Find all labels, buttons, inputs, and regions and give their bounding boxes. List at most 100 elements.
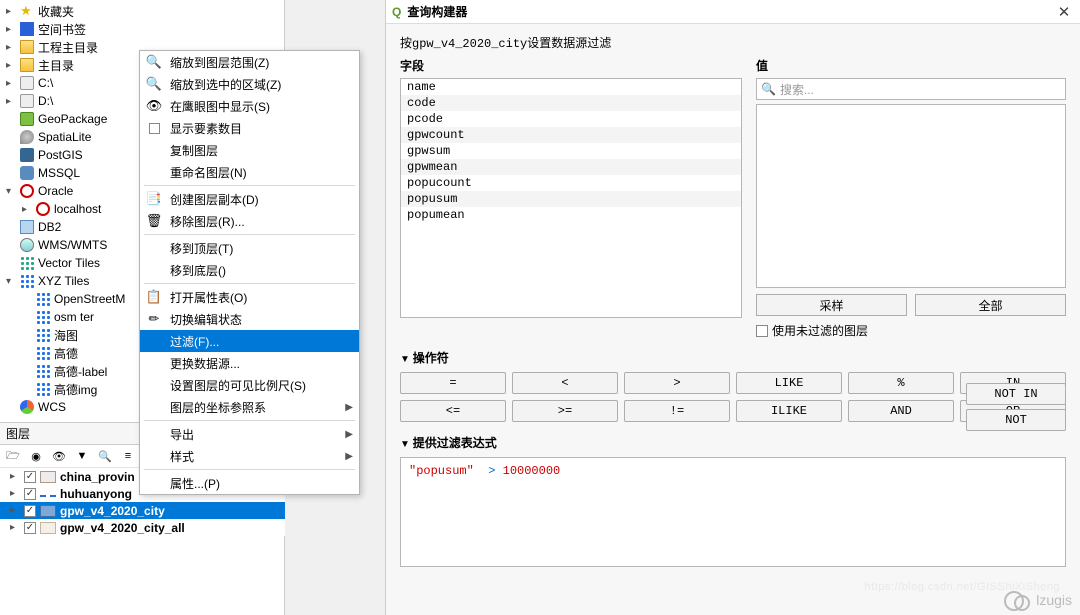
- query-builder-title: 查询构建器: [407, 3, 1054, 20]
- context-menu-item-21[interactable]: 样式▶: [140, 445, 359, 467]
- menu-item-icon: [146, 448, 162, 464]
- browser-item-0[interactable]: ▸★收藏夹: [4, 2, 280, 20]
- layers-toolbar-button-2[interactable]: 👁: [50, 447, 68, 465]
- context-menu-item-2[interactable]: 👁在鹰眼图中显示(S): [140, 95, 359, 117]
- menu-separator: [144, 420, 355, 421]
- operator-ilike-button[interactable]: ILIKE: [736, 400, 842, 422]
- layer-row-2[interactable]: ▸✓gpw_v4_2020_city: [0, 502, 285, 519]
- dots-blue-icon: [36, 292, 50, 306]
- menu-separator: [144, 185, 355, 186]
- expression-header: 提供过滤表达式: [400, 434, 1066, 451]
- menu-item-icon: [146, 333, 162, 349]
- context-menu-item-10[interactable]: 移到顶层(T): [140, 237, 359, 259]
- menu-item-icon: 🗑: [146, 213, 162, 229]
- sample-button[interactable]: 采样: [756, 294, 907, 316]
- layers-toolbar-button-3[interactable]: ▼: [73, 447, 91, 465]
- field-item-code[interactable]: code: [401, 95, 741, 111]
- menu-separator: [144, 469, 355, 470]
- layer-row-3[interactable]: ▸✓gpw_v4_2020_city_all: [0, 519, 285, 536]
- query-builder-panel: Q 查询构建器 ✕ 按gpw_v4_2020_city设置数据源过滤 字段 na…: [385, 0, 1080, 615]
- field-item-popucount[interactable]: popucount: [401, 175, 741, 191]
- layer-label: gpw_v4_2020_city_all: [60, 521, 185, 535]
- caret-icon: ▸: [6, 96, 16, 107]
- layer-symbol-icon: [40, 505, 56, 517]
- close-icon[interactable]: ✕: [1054, 3, 1074, 21]
- layers-toolbar-button-0[interactable]: 🗁: [4, 447, 22, 465]
- context-menu-item-7[interactable]: 📑 创建图层副本(D): [140, 188, 359, 210]
- menu-item-icon: [146, 164, 162, 180]
- context-menu-item-11[interactable]: 移到底层(): [140, 259, 359, 281]
- operator-and-button[interactable]: AND: [848, 400, 954, 422]
- wcs-icon-icon: [20, 400, 34, 414]
- layers-toolbar-button-1[interactable]: ◉: [27, 447, 45, 465]
- operator-<=-button[interactable]: <=: [400, 400, 506, 422]
- context-menu-item-18[interactable]: 图层的坐标参照系▶: [140, 396, 359, 418]
- dots-blue-icon: [36, 346, 50, 360]
- context-menu-item-23[interactable]: 属性...(P): [140, 472, 359, 494]
- gp-icon: [20, 112, 34, 126]
- menu-item-icon: 📑: [146, 191, 162, 207]
- layer-visibility-checkbox[interactable]: ✓: [24, 488, 36, 500]
- operator-not-button[interactable]: NOT: [966, 409, 1066, 431]
- caret-icon: ▸: [10, 471, 20, 482]
- context-menu-item-15[interactable]: 过滤(F)...: [140, 330, 359, 352]
- values-search-input[interactable]: 🔍 搜索...: [756, 78, 1066, 100]
- values-list[interactable]: [756, 104, 1066, 288]
- field-item-popumean[interactable]: popumean: [401, 207, 741, 223]
- submenu-arrow-icon: ▶: [345, 402, 353, 413]
- menu-item-label: 缩放到图层范围(Z): [170, 54, 269, 71]
- field-item-name[interactable]: name: [401, 79, 741, 95]
- menu-item-label: 重命名图层(N): [170, 164, 247, 181]
- context-menu-item-16[interactable]: 更换数据源...: [140, 352, 359, 374]
- use-unfiltered-checkbox[interactable]: [756, 325, 768, 337]
- folder-yellow-icon: [20, 40, 34, 54]
- field-item-gpwmean[interactable]: gpwmean: [401, 159, 741, 175]
- operator-=-button[interactable]: =: [400, 372, 506, 394]
- operator->=-button[interactable]: >=: [512, 400, 618, 422]
- operator->-button[interactable]: >: [624, 372, 730, 394]
- menu-item-label: 创建图层副本(D): [170, 191, 259, 208]
- browser-item-1[interactable]: ▸空间书签: [4, 20, 280, 38]
- expression-editor[interactable]: "popusum" > 10000000: [400, 457, 1066, 567]
- field-item-popusum[interactable]: popusum: [401, 191, 741, 207]
- fields-list[interactable]: namecodepcodegpwcountgpwsumgpwmeanpopuco…: [400, 78, 742, 318]
- context-menu-item-0[interactable]: 🔍缩放到图层范围(Z): [140, 51, 359, 73]
- operator-not-in-button[interactable]: NOT IN: [966, 383, 1066, 405]
- context-menu-item-17[interactable]: 设置图层的可见比例尺(S): [140, 374, 359, 396]
- wechat-icon: [1004, 589, 1030, 611]
- feather-icon: [20, 130, 34, 144]
- context-menu-item-4[interactable]: 复制图层: [140, 139, 359, 161]
- context-menu-item-14[interactable]: ✏切换编辑状态: [140, 308, 359, 330]
- operator-!=-button[interactable]: !=: [624, 400, 730, 422]
- brand-watermark: lzugis: [1004, 589, 1072, 611]
- search-icon: 🔍: [761, 82, 776, 96]
- caret-icon: ▸: [10, 505, 20, 516]
- star-icon: ★: [20, 4, 34, 18]
- layer-visibility-checkbox[interactable]: ✓: [24, 505, 36, 517]
- operator-like-button[interactable]: LIKE: [736, 372, 842, 394]
- menu-item-icon: [146, 142, 162, 158]
- menu-item-label: 在鹰眼图中显示(S): [170, 98, 270, 115]
- layer-visibility-checkbox[interactable]: ✓: [24, 522, 36, 534]
- context-menu-item-8[interactable]: 🗑移除图层(R)...: [140, 210, 359, 232]
- operator-<-button[interactable]: <: [512, 372, 618, 394]
- values-header: 值: [756, 57, 1066, 74]
- context-menu-item-13[interactable]: 📋打开属性表(O): [140, 286, 359, 308]
- context-menu-item-20[interactable]: 导出▶: [140, 423, 359, 445]
- layers-toolbar-button-4[interactable]: 🔍: [96, 447, 114, 465]
- elephant-icon: [20, 148, 34, 162]
- qgis-logo-icon: Q: [392, 5, 401, 19]
- field-item-pcode[interactable]: pcode: [401, 111, 741, 127]
- context-menu-item-1[interactable]: 🔍缩放到选中的区域(Z): [140, 73, 359, 95]
- menu-item-icon: [146, 399, 162, 415]
- layer-visibility-checkbox[interactable]: ✓: [24, 471, 36, 483]
- operator-%-button[interactable]: %: [848, 372, 954, 394]
- layers-toolbar-button-5[interactable]: ≡: [119, 447, 137, 465]
- menu-separator: [144, 234, 355, 235]
- all-button[interactable]: 全部: [915, 294, 1066, 316]
- field-item-gpwsum[interactable]: gpwsum: [401, 143, 741, 159]
- context-menu-item-5[interactable]: 重命名图层(N): [140, 161, 359, 183]
- field-item-gpwcount[interactable]: gpwcount: [401, 127, 741, 143]
- context-menu-item-3[interactable]: 显示要素数目: [140, 117, 359, 139]
- use-unfiltered-label: 使用未过滤的图层: [772, 322, 868, 339]
